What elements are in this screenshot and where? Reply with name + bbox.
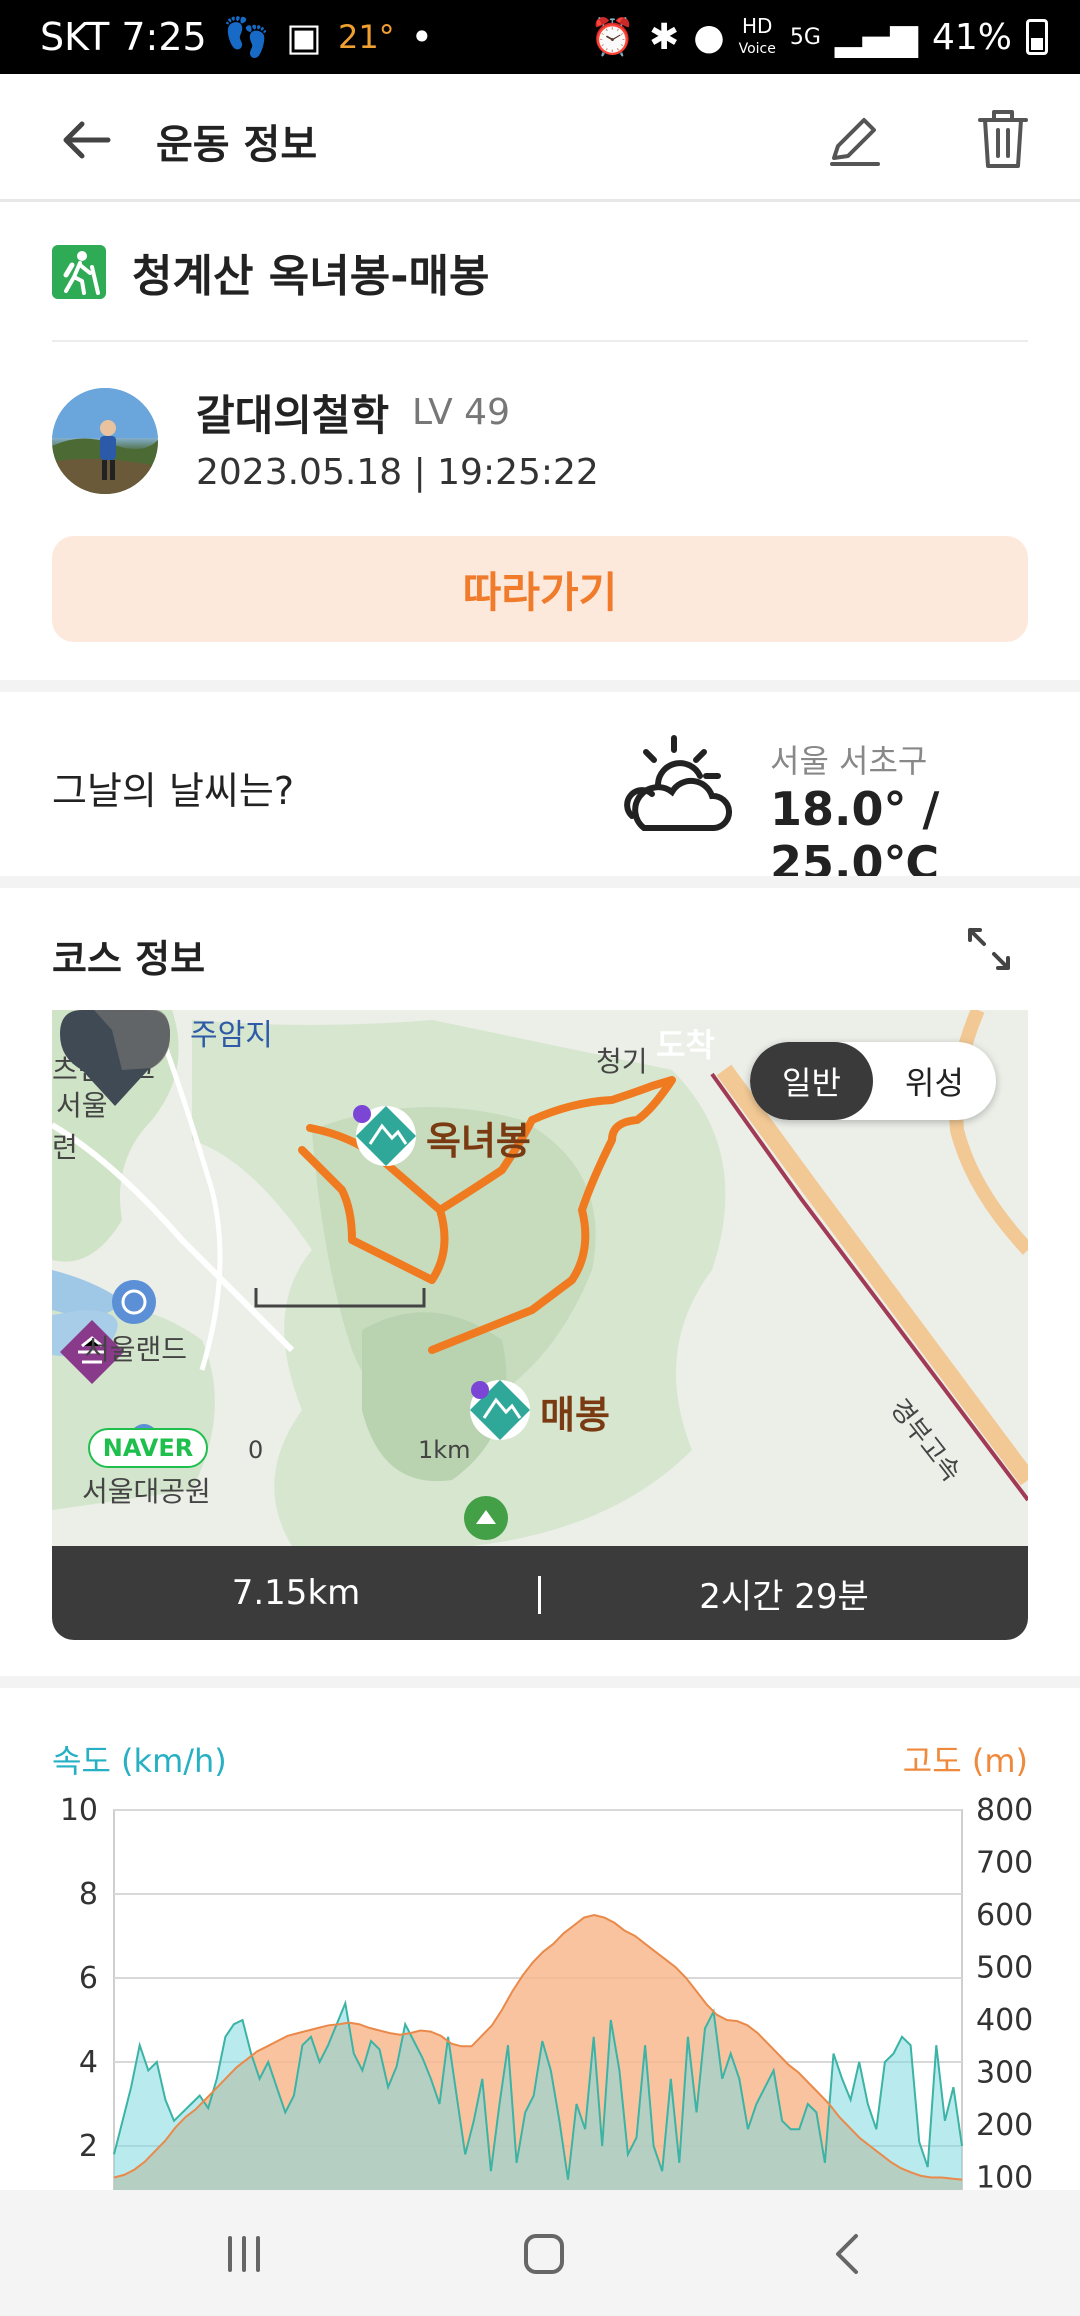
y-right-tick: 700 <box>976 1846 1033 1881</box>
recent-apps-icon[interactable] <box>214 2224 274 2284</box>
y-left-tick: 2 <box>79 2129 98 2164</box>
scale-1km: 1km <box>418 1436 471 1464</box>
hiking-icon <box>52 245 106 299</box>
course-distance: 7.15km <box>231 1573 361 1613</box>
map-label-seoulland: 서울랜드 <box>84 1333 188 1366</box>
map-label-oknyeo: 옥녀봉 <box>426 1119 531 1163</box>
y-right-tick: 600 <box>976 1898 1033 1933</box>
map-type-toggle: 일반 위성 <box>750 1042 996 1120</box>
avatar-photo <box>52 388 158 494</box>
chart-altitude-axis-label: 고도 (m) <box>902 1742 1028 1780</box>
y-right-tick: 300 <box>976 2056 1033 2091</box>
course-duration: 2시간 29분 <box>699 1576 869 1617</box>
location-icon: ● <box>693 16 725 58</box>
map-label-cheong: 청기 <box>596 1045 648 1078</box>
status-time: SKT 7:25 <box>40 15 207 59</box>
course-map[interactable]: 주암지 츠런파크 서울 련 청기 옥녀봉 매봉 서울랜드 서울대공원 경부고속 … <box>52 1010 1028 1546</box>
map-type-normal[interactable]: 일반 <box>750 1042 873 1120</box>
bluetooth-icon: ✱ <box>649 16 680 58</box>
section-separator <box>0 680 1080 692</box>
voice-label: Voice <box>738 40 776 57</box>
gallery-icon: ▣ <box>286 15 322 59</box>
y-right-tick: 100 <box>976 2161 1033 2191</box>
weather-location: 서울 서초구 <box>770 742 928 780</box>
y-right-tick: 800 <box>976 1793 1033 1828</box>
y-left-tick: 10 <box>60 1793 98 1828</box>
alarm-icon: ⏰ <box>590 17 636 58</box>
trash-icon[interactable] <box>976 108 1030 170</box>
map-label-juamji: 주암지 <box>190 1018 273 1053</box>
hd-label: HD <box>742 13 773 38</box>
chart-speed-axis-label: 속도 (km/h) <box>52 1742 227 1780</box>
divider <box>52 340 1028 342</box>
user-name[interactable]: 갈대의철학 <box>196 382 389 443</box>
map-label-edge: 련 <box>52 1131 78 1164</box>
scale-zero: 0 <box>248 1436 264 1464</box>
map-type-satellite[interactable]: 위성 <box>873 1042 996 1120</box>
y-left-tick: 6 <box>79 1961 98 1996</box>
system-nav-bar <box>0 2190 1080 2316</box>
signal-icon: ▂▄▆ <box>834 16 918 58</box>
status-dot: • <box>410 15 434 59</box>
course-stats-bar: 7.15km 2시간 29분 <box>52 1546 1028 1640</box>
speed-altitude-chart: 10 8 6 4 2 800 700 600 500 400 300 200 100 <box>0 1790 1080 2190</box>
chart-canvas: 10 8 6 4 2 800 700 600 500 400 300 200 100 <box>60 1793 1033 2191</box>
status-right: ⏰ ✱ ● HD Voice 5G ▂▄▆ 41% <box>590 0 1048 74</box>
course-title: 코스 정보 <box>52 937 206 981</box>
expand-icon[interactable] <box>964 924 1014 974</box>
app-bar: 운동 정보 <box>0 74 1080 202</box>
mountain-marker-maebong <box>470 1380 530 1440</box>
back-arrow-icon[interactable] <box>58 112 114 168</box>
weather-temperature: 18.0° / 25.0℃ <box>770 782 940 890</box>
y-right-tick: 200 <box>976 2108 1033 2143</box>
nav-back-icon[interactable] <box>818 2224 878 2284</box>
home-icon[interactable] <box>514 2224 574 2284</box>
follow-button[interactable]: 따라가기 <box>52 536 1028 642</box>
battery-icon <box>1026 19 1048 55</box>
avatar[interactable] <box>52 388 158 494</box>
arrive-label: 도착 <box>656 1026 715 1064</box>
y-right-tick: 500 <box>976 1951 1033 1986</box>
status-left: SKT 7:25 👣 ▣ 21° • <box>40 0 433 74</box>
exercise-title-row: 청계산 옥녀봉-매봉 <box>52 240 489 304</box>
map-label-maebong: 매봉 <box>540 1393 610 1437</box>
exercise-datetime: 2023.05.18 | 19:25:22 <box>196 452 599 493</box>
status-temp: 21° <box>337 18 395 56</box>
battery-text: 41% <box>931 16 1012 58</box>
y-right-tick: 400 <box>976 2003 1033 2038</box>
y-left-tick: 8 <box>79 1877 98 1912</box>
network-5g-icon: 5G <box>789 24 821 50</box>
user-level: LV 49 <box>412 392 510 433</box>
exercise-title: 청계산 옥녀봉-매봉 <box>132 251 490 302</box>
map-label-grandpark: 서울대공원 <box>82 1475 211 1508</box>
pencil-icon[interactable] <box>826 110 884 168</box>
weather-question: 그날의 날씨는? <box>52 769 295 813</box>
status-bar: SKT 7:25 👣 ▣ 21° • ⏰ ✱ ● HD Voice 5G ▂▄▆… <box>0 0 1080 74</box>
naver-logo: NAVER <box>88 1428 208 1468</box>
section-separator <box>0 876 1080 888</box>
page-title: 운동 정보 <box>156 122 318 168</box>
hd-voice-icon: HD Voice <box>739 16 776 59</box>
y-left-tick: 4 <box>79 2045 98 2080</box>
partly-cloudy-icon <box>624 735 732 831</box>
arrive-pin-icon <box>60 1010 170 1106</box>
footprint-icon: 👣 <box>222 14 271 59</box>
section-separator <box>0 1676 1080 1688</box>
